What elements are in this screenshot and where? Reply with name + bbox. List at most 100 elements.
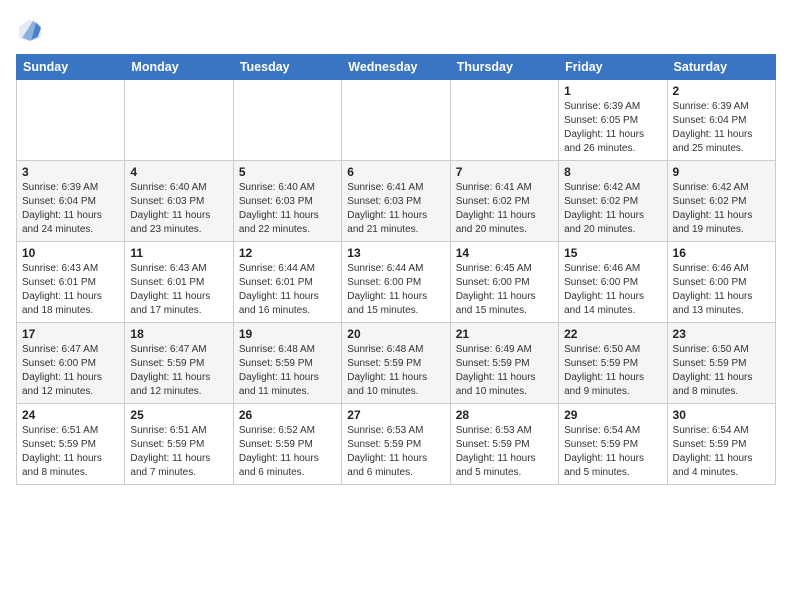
calendar-cell — [450, 80, 558, 161]
day-info: Sunrise: 6:46 AM Sunset: 6:00 PM Dayligh… — [673, 262, 770, 318]
day-info: Sunrise: 6:44 AM Sunset: 6:00 PM Dayligh… — [347, 262, 444, 318]
calendar-cell: 16 Sunrise: 6:46 AM Sunset: 6:00 PM Dayli… — [667, 242, 775, 323]
day-number: 1 — [564, 84, 661, 98]
day-info: Sunrise: 6:54 AM Sunset: 5:59 PM Dayligh… — [673, 424, 770, 480]
calendar-cell: 28 Sunrise: 6:53 AM Sunset: 5:59 PM Dayli… — [450, 404, 558, 485]
calendar-cell: 4 Sunrise: 6:40 AM Sunset: 6:03 PM Daylig… — [125, 161, 233, 242]
calendar-cell: 29 Sunrise: 6:54 AM Sunset: 5:59 PM Dayli… — [559, 404, 667, 485]
day-number: 8 — [564, 165, 661, 179]
day-number: 29 — [564, 408, 661, 422]
calendar-cell: 12 Sunrise: 6:44 AM Sunset: 6:01 PM Dayli… — [233, 242, 341, 323]
day-number: 6 — [347, 165, 444, 179]
header — [16, 16, 776, 44]
calendar-cell: 30 Sunrise: 6:54 AM Sunset: 5:59 PM Dayli… — [667, 404, 775, 485]
day-info: Sunrise: 6:41 AM Sunset: 6:02 PM Dayligh… — [456, 181, 553, 237]
day-number: 7 — [456, 165, 553, 179]
day-number: 25 — [130, 408, 227, 422]
day-info: Sunrise: 6:53 AM Sunset: 5:59 PM Dayligh… — [456, 424, 553, 480]
day-info: Sunrise: 6:39 AM Sunset: 6:04 PM Dayligh… — [673, 100, 770, 156]
day-number: 21 — [456, 327, 553, 341]
day-number: 12 — [239, 246, 336, 260]
day-number: 13 — [347, 246, 444, 260]
day-number: 11 — [130, 246, 227, 260]
day-info: Sunrise: 6:42 AM Sunset: 6:02 PM Dayligh… — [673, 181, 770, 237]
calendar-cell: 2 Sunrise: 6:39 AM Sunset: 6:04 PM Daylig… — [667, 80, 775, 161]
calendar-header-wednesday: Wednesday — [342, 55, 450, 80]
day-info: Sunrise: 6:49 AM Sunset: 5:59 PM Dayligh… — [456, 343, 553, 399]
calendar-cell: 1 Sunrise: 6:39 AM Sunset: 6:05 PM Daylig… — [559, 80, 667, 161]
calendar-cell: 3Sunrise: 6:39 AM Sunset: 6:04 PM Daylig… — [17, 161, 125, 242]
day-number: 24 — [22, 408, 119, 422]
calendar-week-1: 1 Sunrise: 6:39 AM Sunset: 6:05 PM Daylig… — [17, 80, 776, 161]
day-info: Sunrise: 6:53 AM Sunset: 5:59 PM Dayligh… — [347, 424, 444, 480]
page: SundayMondayTuesdayWednesdayThursdayFrid… — [0, 0, 792, 612]
day-number: 26 — [239, 408, 336, 422]
day-number: 4 — [130, 165, 227, 179]
calendar-cell — [17, 80, 125, 161]
calendar-cell: 20Sunrise: 6:48 AM Sunset: 5:59 PM Dayli… — [342, 323, 450, 404]
day-number: 20 — [347, 327, 444, 341]
day-number: 14 — [456, 246, 553, 260]
day-number: 28 — [456, 408, 553, 422]
calendar-cell: 15 Sunrise: 6:46 AM Sunset: 6:00 PM Dayli… — [559, 242, 667, 323]
calendar-cell: 11 Sunrise: 6:43 AM Sunset: 6:01 PM Dayli… — [125, 242, 233, 323]
day-number: 3 — [22, 165, 119, 179]
calendar-cell: 17Sunrise: 6:47 AM Sunset: 6:00 PM Dayli… — [17, 323, 125, 404]
calendar-week-4: 17Sunrise: 6:47 AM Sunset: 6:00 PM Dayli… — [17, 323, 776, 404]
day-info: Sunrise: 6:45 AM Sunset: 6:00 PM Dayligh… — [456, 262, 553, 318]
day-number: 16 — [673, 246, 770, 260]
day-number: 30 — [673, 408, 770, 422]
calendar-week-5: 24 Sunrise: 6:51 AM Sunset: 5:59 PM Dayli… — [17, 404, 776, 485]
calendar-cell: 9 Sunrise: 6:42 AM Sunset: 6:02 PM Daylig… — [667, 161, 775, 242]
day-info: Sunrise: 6:52 AM Sunset: 5:59 PM Dayligh… — [239, 424, 336, 480]
calendar-cell: 10 Sunrise: 6:43 AM Sunset: 6:01 PM Dayli… — [17, 242, 125, 323]
day-info: Sunrise: 6:46 AM Sunset: 6:00 PM Dayligh… — [564, 262, 661, 318]
day-info: Sunrise: 6:40 AM Sunset: 6:03 PM Dayligh… — [239, 181, 336, 237]
calendar-header-saturday: Saturday — [667, 55, 775, 80]
day-info: Sunrise: 6:51 AM Sunset: 5:59 PM Dayligh… — [22, 424, 119, 480]
day-number: 9 — [673, 165, 770, 179]
day-number: 17 — [22, 327, 119, 341]
calendar-cell: 7 Sunrise: 6:41 AM Sunset: 6:02 PM Daylig… — [450, 161, 558, 242]
logo — [16, 16, 48, 44]
day-number: 15 — [564, 246, 661, 260]
day-info: Sunrise: 6:42 AM Sunset: 6:02 PM Dayligh… — [564, 181, 661, 237]
calendar-cell: 24 Sunrise: 6:51 AM Sunset: 5:59 PM Dayli… — [17, 404, 125, 485]
calendar-cell — [125, 80, 233, 161]
day-info: Sunrise: 6:54 AM Sunset: 5:59 PM Dayligh… — [564, 424, 661, 480]
calendar-cell: 18Sunrise: 6:47 AM Sunset: 5:59 PM Dayli… — [125, 323, 233, 404]
calendar-header-sunday: Sunday — [17, 55, 125, 80]
day-info: Sunrise: 6:41 AM Sunset: 6:03 PM Dayligh… — [347, 181, 444, 237]
calendar-table: SundayMondayTuesdayWednesdayThursdayFrid… — [16, 54, 776, 485]
calendar-cell: 22Sunrise: 6:50 AM Sunset: 5:59 PM Dayli… — [559, 323, 667, 404]
day-number: 22 — [564, 327, 661, 341]
day-number: 23 — [673, 327, 770, 341]
calendar-cell: 21 Sunrise: 6:49 AM Sunset: 5:59 PM Dayli… — [450, 323, 558, 404]
day-info: Sunrise: 6:51 AM Sunset: 5:59 PM Dayligh… — [130, 424, 227, 480]
generalblue-logo-icon — [16, 16, 44, 44]
calendar-header-tuesday: Tuesday — [233, 55, 341, 80]
day-info: Sunrise: 6:44 AM Sunset: 6:01 PM Dayligh… — [239, 262, 336, 318]
calendar-header-row: SundayMondayTuesdayWednesdayThursdayFrid… — [17, 55, 776, 80]
calendar-cell: 6 Sunrise: 6:41 AM Sunset: 6:03 PM Daylig… — [342, 161, 450, 242]
day-number: 19 — [239, 327, 336, 341]
day-number: 5 — [239, 165, 336, 179]
calendar-cell — [342, 80, 450, 161]
day-info: Sunrise: 6:43 AM Sunset: 6:01 PM Dayligh… — [22, 262, 119, 318]
calendar-cell: 27 Sunrise: 6:53 AM Sunset: 5:59 PM Dayli… — [342, 404, 450, 485]
calendar-cell: 23 Sunrise: 6:50 AM Sunset: 5:59 PM Dayli… — [667, 323, 775, 404]
day-info: Sunrise: 6:39 AM Sunset: 6:05 PM Dayligh… — [564, 100, 661, 156]
day-number: 27 — [347, 408, 444, 422]
day-info: Sunrise: 6:47 AM Sunset: 5:59 PM Dayligh… — [130, 343, 227, 399]
day-number: 2 — [673, 84, 770, 98]
day-info: Sunrise: 6:48 AM Sunset: 5:59 PM Dayligh… — [239, 343, 336, 399]
calendar-cell: 14 Sunrise: 6:45 AM Sunset: 6:00 PM Dayli… — [450, 242, 558, 323]
day-info: Sunrise: 6:50 AM Sunset: 5:59 PM Dayligh… — [673, 343, 770, 399]
calendar-header-friday: Friday — [559, 55, 667, 80]
day-info: Sunrise: 6:40 AM Sunset: 6:03 PM Dayligh… — [130, 181, 227, 237]
day-info: Sunrise: 6:43 AM Sunset: 6:01 PM Dayligh… — [130, 262, 227, 318]
calendar-week-2: 3Sunrise: 6:39 AM Sunset: 6:04 PM Daylig… — [17, 161, 776, 242]
day-number: 10 — [22, 246, 119, 260]
calendar-cell: 25 Sunrise: 6:51 AM Sunset: 5:59 PM Dayli… — [125, 404, 233, 485]
calendar-cell: 5 Sunrise: 6:40 AM Sunset: 6:03 PM Daylig… — [233, 161, 341, 242]
